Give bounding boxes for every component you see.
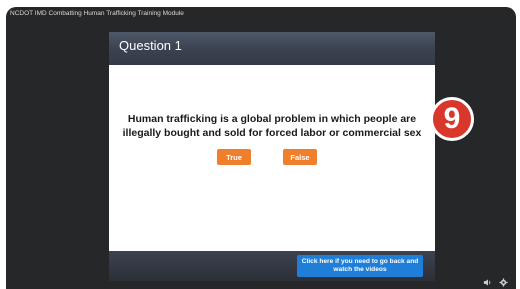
true-button[interactable]: True: [217, 149, 251, 165]
player-controls: [483, 278, 508, 287]
step-number-badge: 9: [430, 97, 474, 141]
slide-body: Human trafficking is a global problem in…: [109, 65, 435, 251]
player-title: NCDOT IMD Combatting Human Trafficking T…: [10, 10, 184, 17]
settings-icon[interactable]: [499, 278, 508, 287]
slide-footer: Click here if you need to go back and wa…: [109, 251, 435, 281]
watch-videos-button[interactable]: Click here if you need to go back and wa…: [297, 255, 423, 277]
volume-icon[interactable]: [483, 278, 492, 287]
watch-videos-label: Click here if you need to go back and wa…: [301, 257, 419, 274]
player-window: NCDOT IMD Combatting Human Trafficking T…: [6, 7, 516, 289]
question-heading: Question 1: [119, 38, 182, 53]
question-text: Human trafficking is a global problem in…: [122, 113, 422, 139]
false-button[interactable]: False: [283, 149, 317, 165]
slide-header: Question 1: [109, 32, 435, 65]
